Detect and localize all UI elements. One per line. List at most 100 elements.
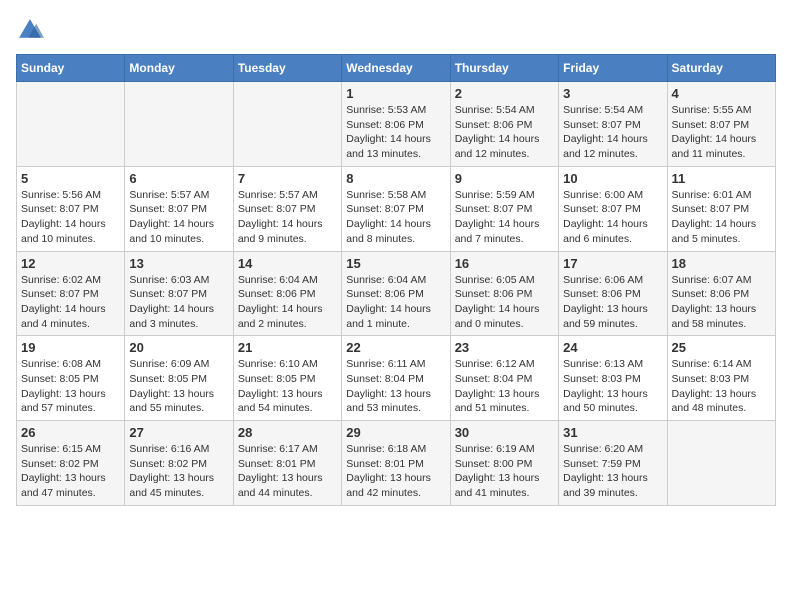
calendar-cell: 14 Sunrise: 6:04 AM Sunset: 8:06 PM Dayli… xyxy=(233,251,341,336)
day-detail: Sunrise: 6:04 AM Sunset: 8:06 PM Dayligh… xyxy=(346,273,445,332)
day-number: 30 xyxy=(455,425,554,440)
day-detail: Sunrise: 5:57 AM Sunset: 8:07 PM Dayligh… xyxy=(129,188,228,247)
day-detail: Sunrise: 6:10 AM Sunset: 8:05 PM Dayligh… xyxy=(238,357,337,416)
calendar-cell: 19Sunrise: 6:08 AM Sunset: 8:05 PM Dayli… xyxy=(17,336,125,421)
calendar-week-row: 5Sunrise: 5:56 AM Sunset: 8:07 PM Daylig… xyxy=(17,166,776,251)
day-detail: Sunrise: 6:00 AM Sunset: 8:07 PM Dayligh… xyxy=(563,188,662,247)
calendar-cell: 29 Sunrise: 6:18 AM Sunset: 8:01 PM Dayli… xyxy=(342,421,450,506)
day-detail: Sunrise: 6:07 AM Sunset: 8:06 PM Dayligh… xyxy=(672,273,771,332)
calendar-cell: 16 Sunrise: 6:05 AM Sunset: 8:06 PM Dayli… xyxy=(450,251,558,336)
calendar-cell: 11 Sunrise: 6:01 AM Sunset: 8:07 PM Dayli… xyxy=(667,166,775,251)
calendar-cell: 30 Sunrise: 6:19 AM Sunset: 8:00 PM Dayli… xyxy=(450,421,558,506)
calendar-cell: 24 Sunrise: 6:13 AM Sunset: 8:03 PM Dayli… xyxy=(559,336,667,421)
calendar-cell: 17Sunrise: 6:06 AM Sunset: 8:06 PM Dayli… xyxy=(559,251,667,336)
day-detail: Sunrise: 6:15 AM Sunset: 8:02 PM Dayligh… xyxy=(21,442,120,501)
day-number: 21 xyxy=(238,340,337,355)
weekday-header-wednesday: Wednesday xyxy=(342,55,450,82)
weekday-header-friday: Friday xyxy=(559,55,667,82)
day-number: 18 xyxy=(672,256,771,271)
weekday-header-tuesday: Tuesday xyxy=(233,55,341,82)
day-number: 14 xyxy=(238,256,337,271)
day-number: 20 xyxy=(129,340,228,355)
calendar-cell xyxy=(233,82,341,167)
calendar-cell: 31 Sunrise: 6:20 AM Sunset: 7:59 PM Dayli… xyxy=(559,421,667,506)
day-number: 25 xyxy=(672,340,771,355)
day-detail: Sunrise: 6:17 AM Sunset: 8:01 PM Dayligh… xyxy=(238,442,337,501)
calendar-cell: 22 Sunrise: 6:11 AM Sunset: 8:04 PM Dayli… xyxy=(342,336,450,421)
day-number: 6 xyxy=(129,171,228,186)
day-detail: Sunrise: 6:20 AM Sunset: 7:59 PM Dayligh… xyxy=(563,442,662,501)
day-number: 24 xyxy=(563,340,662,355)
day-number: 1 xyxy=(346,86,445,101)
calendar-cell: 20 Sunrise: 6:09 AM Sunset: 8:05 PM Dayli… xyxy=(125,336,233,421)
day-detail: Sunrise: 6:01 AM Sunset: 8:07 PM Dayligh… xyxy=(672,188,771,247)
day-detail: Sunrise: 6:16 AM Sunset: 8:02 PM Dayligh… xyxy=(129,442,228,501)
weekday-header-monday: Monday xyxy=(125,55,233,82)
calendar-week-row: 1 Sunrise: 5:53 AM Sunset: 8:06 PM Daylig… xyxy=(17,82,776,167)
day-number: 16 xyxy=(455,256,554,271)
logo xyxy=(16,16,48,44)
day-number: 29 xyxy=(346,425,445,440)
day-detail: Sunrise: 6:18 AM Sunset: 8:01 PM Dayligh… xyxy=(346,442,445,501)
page-header xyxy=(16,16,776,44)
day-detail: Sunrise: 5:57 AM Sunset: 8:07 PM Dayligh… xyxy=(238,188,337,247)
day-number: 27 xyxy=(129,425,228,440)
weekday-header-row: SundayMondayTuesdayWednesdayThursdayFrid… xyxy=(17,55,776,82)
day-detail: Sunrise: 6:13 AM Sunset: 8:03 PM Dayligh… xyxy=(563,357,662,416)
day-number: 13 xyxy=(129,256,228,271)
day-number: 28 xyxy=(238,425,337,440)
day-detail: Sunrise: 5:58 AM Sunset: 8:07 PM Dayligh… xyxy=(346,188,445,247)
calendar-cell: 1 Sunrise: 5:53 AM Sunset: 8:06 PM Daylig… xyxy=(342,82,450,167)
day-number: 22 xyxy=(346,340,445,355)
calendar-cell: 27 Sunrise: 6:16 AM Sunset: 8:02 PM Dayli… xyxy=(125,421,233,506)
calendar-cell: 7 Sunrise: 5:57 AM Sunset: 8:07 PM Daylig… xyxy=(233,166,341,251)
weekday-header-sunday: Sunday xyxy=(17,55,125,82)
calendar-cell: 3Sunrise: 5:54 AM Sunset: 8:07 PM Daylig… xyxy=(559,82,667,167)
day-detail: Sunrise: 5:54 AM Sunset: 8:06 PM Dayligh… xyxy=(455,103,554,162)
day-number: 31 xyxy=(563,425,662,440)
day-detail: Sunrise: 6:19 AM Sunset: 8:00 PM Dayligh… xyxy=(455,442,554,501)
day-number: 10 xyxy=(563,171,662,186)
day-number: 11 xyxy=(672,171,771,186)
logo-icon xyxy=(16,16,44,44)
day-number: 3 xyxy=(563,86,662,101)
calendar-cell: 26 Sunrise: 6:15 AM Sunset: 8:02 PM Dayli… xyxy=(17,421,125,506)
calendar-cell: 4Sunrise: 5:55 AM Sunset: 8:07 PM Daylig… xyxy=(667,82,775,167)
calendar-cell: 2Sunrise: 5:54 AM Sunset: 8:06 PM Daylig… xyxy=(450,82,558,167)
calendar-cell: 6 Sunrise: 5:57 AM Sunset: 8:07 PM Daylig… xyxy=(125,166,233,251)
calendar-cell xyxy=(17,82,125,167)
day-detail: Sunrise: 6:05 AM Sunset: 8:06 PM Dayligh… xyxy=(455,273,554,332)
day-number: 17 xyxy=(563,256,662,271)
weekday-header-thursday: Thursday xyxy=(450,55,558,82)
day-detail: Sunrise: 6:11 AM Sunset: 8:04 PM Dayligh… xyxy=(346,357,445,416)
day-number: 23 xyxy=(455,340,554,355)
day-detail: Sunrise: 5:56 AM Sunset: 8:07 PM Dayligh… xyxy=(21,188,120,247)
calendar-week-row: 19Sunrise: 6:08 AM Sunset: 8:05 PM Dayli… xyxy=(17,336,776,421)
day-detail: Sunrise: 6:14 AM Sunset: 8:03 PM Dayligh… xyxy=(672,357,771,416)
calendar-cell: 28 Sunrise: 6:17 AM Sunset: 8:01 PM Dayli… xyxy=(233,421,341,506)
day-detail: Sunrise: 6:04 AM Sunset: 8:06 PM Dayligh… xyxy=(238,273,337,332)
calendar-cell: 21 Sunrise: 6:10 AM Sunset: 8:05 PM Dayli… xyxy=(233,336,341,421)
day-number: 26 xyxy=(21,425,120,440)
day-number: 7 xyxy=(238,171,337,186)
calendar-cell: 15Sunrise: 6:04 AM Sunset: 8:06 PM Dayli… xyxy=(342,251,450,336)
day-number: 19 xyxy=(21,340,120,355)
day-detail: Sunrise: 6:09 AM Sunset: 8:05 PM Dayligh… xyxy=(129,357,228,416)
calendar-cell: 9Sunrise: 5:59 AM Sunset: 8:07 PM Daylig… xyxy=(450,166,558,251)
calendar-cell: 23 Sunrise: 6:12 AM Sunset: 8:04 PM Dayli… xyxy=(450,336,558,421)
calendar-cell: 18 Sunrise: 6:07 AM Sunset: 8:06 PM Dayli… xyxy=(667,251,775,336)
calendar-cell: 5Sunrise: 5:56 AM Sunset: 8:07 PM Daylig… xyxy=(17,166,125,251)
calendar-cell: 12Sunrise: 6:02 AM Sunset: 8:07 PM Dayli… xyxy=(17,251,125,336)
calendar-cell xyxy=(667,421,775,506)
calendar-week-row: 12Sunrise: 6:02 AM Sunset: 8:07 PM Dayli… xyxy=(17,251,776,336)
day-detail: Sunrise: 6:02 AM Sunset: 8:07 PM Dayligh… xyxy=(21,273,120,332)
day-detail: Sunrise: 6:03 AM Sunset: 8:07 PM Dayligh… xyxy=(129,273,228,332)
day-number: 8 xyxy=(346,171,445,186)
day-number: 4 xyxy=(672,86,771,101)
day-detail: Sunrise: 5:53 AM Sunset: 8:06 PM Dayligh… xyxy=(346,103,445,162)
calendar-cell: 25 Sunrise: 6:14 AM Sunset: 8:03 PM Dayli… xyxy=(667,336,775,421)
calendar-cell: 8 Sunrise: 5:58 AM Sunset: 8:07 PM Daylig… xyxy=(342,166,450,251)
day-detail: Sunrise: 5:59 AM Sunset: 8:07 PM Dayligh… xyxy=(455,188,554,247)
day-detail: Sunrise: 6:12 AM Sunset: 8:04 PM Dayligh… xyxy=(455,357,554,416)
calendar-cell xyxy=(125,82,233,167)
